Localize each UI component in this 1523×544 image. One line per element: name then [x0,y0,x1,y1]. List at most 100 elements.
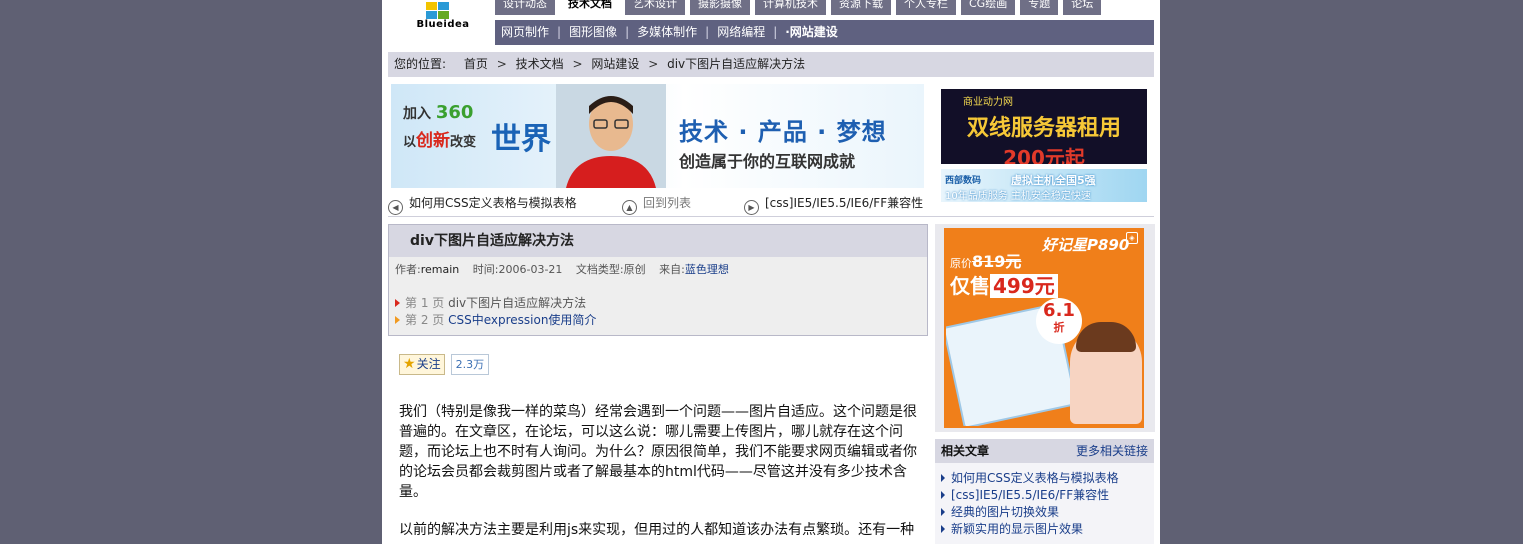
chevron-right-icon: > [496,57,507,71]
subnav-graphics[interactable]: 图形图像 [569,20,617,45]
separator: | [557,25,562,39]
triangle-right-icon [395,316,400,324]
related-articles: 相关文章 更多相关链接 如何用CSS定义表格与模拟表格 [css]IE5/IE5… [935,439,1154,544]
side-ad[interactable]: ◈ 好记星P890 原价819元 仅售 499元 6.1 折 [935,224,1155,432]
page-link-1[interactable]: 第 1 页 div下图片自适应解决方法 [389,295,927,312]
tab-cg[interactable]: CG绘画 [961,0,1016,15]
prev-article-title: 如何用CSS定义表格与模拟表格 [409,196,577,210]
breadcrumb-current: div下图片自适应解决方法 [667,57,806,71]
banner-ad[interactable]: 加入 360 以创新改变 世界 技术 · 产品 · 梦想 创造属于你的互联网成就 [391,84,924,188]
separator: | [773,25,778,39]
subnav-site-building[interactable]: ·网站建设 [785,20,838,45]
hosting-ad-title: 虚拟主机全国5强 [1011,174,1096,187]
chevron-right-icon: > [572,57,583,71]
author: remain [420,263,460,276]
related-item[interactable]: 经典的图片切换效果 [935,504,1154,521]
separator: | [705,25,710,39]
banner-innovation: 以创新改变 [403,131,477,151]
side-ad-image: ◈ 好记星P890 原价819元 仅售 499元 6.1 折 [944,228,1144,428]
tab-computer[interactable]: 计算机技术 [755,0,826,15]
breadcrumb-site-building[interactable]: 网站建设 [591,57,639,71]
back-to-list-link[interactable]: ▲ 回到列表 [622,194,692,215]
back-to-list-label: 回到列表 [643,196,692,210]
discount-badge: 6.1 折 [1036,298,1082,344]
page-link-2[interactable]: 第 2 页 CSS中expression使用简介 [389,312,927,329]
hosting-ad[interactable]: 西部数码 虚拟主机全国5强 10年品质服务 主机安全稳定快速 [941,169,1147,202]
follow-count: 2.3万 [450,353,490,375]
type-label: 文档类型: [575,263,624,276]
hosting-ad-tagline: 10年品质服务 主机安全稳定快速 [945,191,1091,202]
follow-widget: ★关注 2.3万 [399,353,490,375]
next-article-link[interactable]: ▶ [css]IE5/IE5.5/IE6/FF兼容性 [744,194,924,215]
tab-forum[interactable]: 论坛 [1063,0,1102,15]
publish-time: 2006-03-21 [498,263,563,276]
person-image [556,84,666,188]
related-item[interactable]: [css]IE5/IE5.5/IE6/FF兼容性 [935,487,1154,504]
source-label: 来自: [659,263,685,276]
arrow-up-icon: ▲ [622,200,637,215]
tab-design-news[interactable]: 设计动态 [495,0,555,15]
page: Blueidea 设计动态 技术文档 艺术设计 摄影摄像 计算机技术 资源下载 … [382,0,1160,544]
arrow-left-icon: ◀ [388,200,403,215]
breadcrumb-tech-docs[interactable]: 技术文档 [516,57,564,71]
next-article-title: [css]IE5/IE5.5/IE6/FF兼容性 [765,196,924,210]
child-image [1070,322,1142,424]
subnav-web[interactable]: 网页制作 [501,20,549,45]
logo-text: Blueidea [416,19,470,30]
article-title: div下图片自适应解决方法 [389,225,927,257]
side-ad-old-price: 原价819元 [950,252,1022,271]
time-label: 时间: [472,263,499,276]
server-ad[interactable]: 商业动力网 双线服务器租用 200元起 [941,89,1147,164]
hosting-ad-brand: 西部数码 [945,176,982,186]
more-related-link[interactable]: 更多相关链接 [1076,439,1148,463]
prev-article-link[interactable]: ◀ 如何用CSS定义表格与模拟表格 [388,194,577,215]
author-label: 作者: [395,263,421,276]
banner-join: 加入 360 [403,102,474,123]
sub-nav: 网页制作 | 图形图像 | 多媒体制作 | 网络编程 | ·网站建设 [495,20,1154,45]
breadcrumb: 您的位置: 首页 > 技术文档 > 网站建设 > div下图片自适应解决方法 [388,52,1154,77]
banner-slogan: 技术 · 产品 · 梦想 [679,118,887,146]
star-icon: ★ [403,355,416,372]
tab-photo[interactable]: 摄影摄像 [690,0,750,15]
page-index: 第 1 页 div下图片自适应解决方法 第 2 页 CSS中expression… [389,287,927,335]
tab-topics[interactable]: 专题 [1020,0,1059,15]
site-logo[interactable]: Blueidea [408,2,478,34]
banner-world: 世界 [491,122,551,157]
doc-type: 原创 [623,263,646,276]
top-nav: 设计动态 技术文档 艺术设计 摄影摄像 计算机技术 资源下载 个人专栏 CG绘画… [495,0,1106,18]
divider [388,216,1154,217]
related-title: 相关文章 [941,444,990,458]
triangle-right-icon [941,491,945,499]
triangle-right-icon [941,508,945,516]
triangle-right-icon [941,525,945,533]
separator: | [625,25,630,39]
tab-downloads[interactable]: 资源下载 [831,0,891,15]
subnav-multimedia[interactable]: 多媒体制作 [637,20,697,45]
triangle-right-icon [941,474,945,482]
arrow-right-icon: ▶ [744,200,759,215]
server-ad-price: 200元起 [1003,146,1085,164]
server-ad-title: 双线服务器租用 [966,116,1121,141]
banner-slogan-sub: 创造属于你的互联网成就 [679,152,856,171]
article-header: div下图片自适应解决方法 作者:remain 时间:2006-03-21 文档… [388,224,928,336]
article-meta: 作者:remain 时间:2006-03-21 文档类型:原创 来自:蓝色理想 [389,257,927,287]
related-item[interactable]: 如何用CSS定义表格与模拟表格 [935,470,1154,487]
logo-icon [426,2,450,20]
follow-button[interactable]: ★关注 [399,353,445,375]
related-header: 相关文章 更多相关链接 [935,439,1154,463]
source-link[interactable]: 蓝色理想 [685,263,729,276]
article-paragraph-2: 以前的解决方法主要是利用js来实现，但用过的人都知道该办法有点繁琐。还有一种 [399,522,915,538]
tab-tech-docs[interactable]: 技术文档 [560,0,620,18]
tab-columns[interactable]: 个人专栏 [896,0,956,15]
related-list: 如何用CSS定义表格与模拟表格 [css]IE5/IE5.5/IE6/FF兼容性… [935,463,1154,538]
subnav-programming[interactable]: 网络编程 [717,20,765,45]
breadcrumb-label: 您的位置: [394,57,447,71]
breadcrumb-home[interactable]: 首页 [464,57,488,71]
article-paragraph-1: 我们（特别是像我一样的菜鸟）经常会遇到一个问题——图片自适应。这个问题是很普遍的… [399,404,917,500]
tab-art-design[interactable]: 艺术设计 [625,0,685,15]
related-item[interactable]: 新颖实用的显示图片效果 [935,521,1154,538]
chevron-right-icon: > [648,57,659,71]
side-ad-sale-price: 仅售 499元 [950,270,1058,299]
server-ad-brand: 商业动力网 [963,97,1013,108]
side-ad-brand: 好记星P890 [1042,236,1130,254]
